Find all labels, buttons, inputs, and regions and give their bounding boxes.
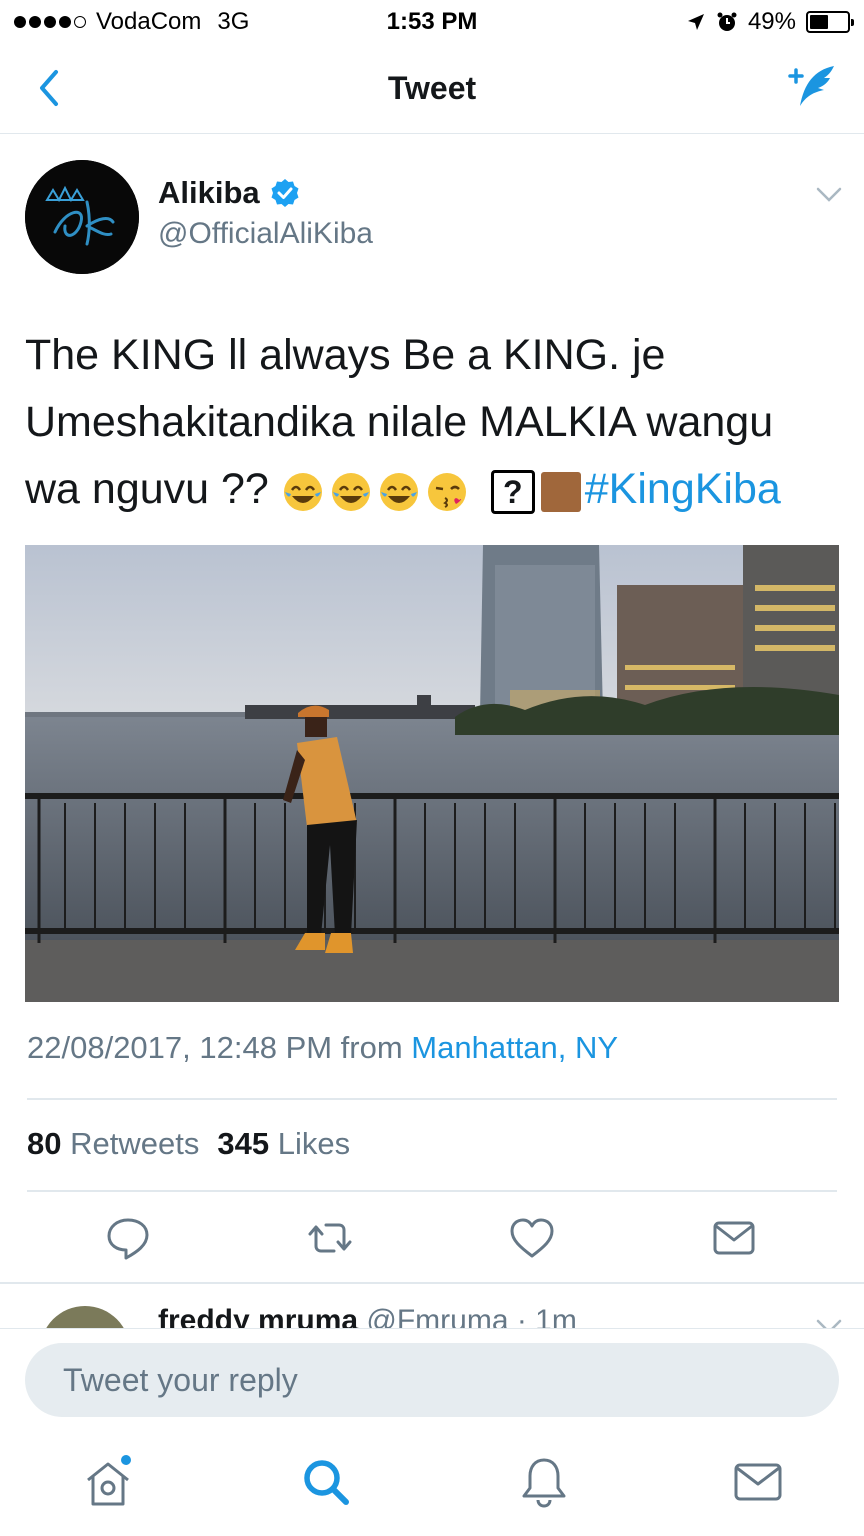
status-right: 49% xyxy=(686,8,854,36)
likes-stat[interactable]: 345 Likes xyxy=(217,1126,350,1162)
reply-icon[interactable] xyxy=(104,1214,152,1262)
verified-badge-icon xyxy=(271,179,299,207)
chevron-down-icon[interactable] xyxy=(816,186,842,204)
messages-envelope-icon[interactable] xyxy=(730,1454,786,1510)
status-bar: VodaCom 3G 1:53 PM 49% xyxy=(0,0,864,44)
notifications-bell-icon[interactable] xyxy=(516,1454,572,1510)
home-icon[interactable] xyxy=(80,1454,136,1510)
page-title: Tweet xyxy=(387,70,477,106)
reply-handle-time: @Fmruma · 1m xyxy=(366,1304,577,1328)
tweet-text: The KING ll always Be a KING. je Umeshak… xyxy=(25,322,840,523)
navigation-bar: Tweet xyxy=(0,44,864,134)
author-name-text[interactable]: Alikiba xyxy=(158,175,260,211)
tweet-timestamp: 22/08/2017, 12:48 PM from Manhattan, NY xyxy=(27,1030,618,1066)
tweet-text-line: The KING ll always Be a KING. je xyxy=(25,331,666,379)
photo-scene xyxy=(25,545,839,1002)
reply-tweet-preview[interactable]: freddy mruma @Fmruma · 1m xyxy=(0,1284,864,1328)
tweet-stats: 80 Retweets 345 Likes xyxy=(27,1126,350,1162)
location-arrow-icon xyxy=(687,14,704,30)
author-handle[interactable]: @OfficialAliKiba xyxy=(158,217,373,251)
hashtag-link[interactable]: #KingKiba xyxy=(585,465,781,513)
tweet-photo[interactable] xyxy=(25,545,839,1002)
tweet-text-fragment: wa nguvu ?? xyxy=(25,465,269,513)
tears-of-joy-emoji-icon xyxy=(379,472,418,511)
reply-author[interactable]: freddy mruma @Fmruma · 1m xyxy=(158,1304,577,1328)
timestamp-text: 22/08/2017, 12:48 PM from xyxy=(27,1030,412,1065)
direct-message-icon[interactable] xyxy=(710,1214,758,1262)
tweet-text-line: wa nguvu ?? ? #KingKiba xyxy=(25,456,840,523)
divider xyxy=(27,1190,837,1192)
skin-tone-swatch xyxy=(540,471,581,512)
tears-of-joy-emoji-icon xyxy=(283,472,322,511)
search-icon[interactable] xyxy=(298,1454,354,1510)
chevron-down-icon[interactable] xyxy=(816,1318,842,1328)
battery-percent: 49% xyxy=(747,8,796,35)
reply-input[interactable] xyxy=(25,1343,839,1417)
tweet-text-line: Umeshakitandika nilale MALKIA wangu xyxy=(25,398,774,446)
unknown-glyph-box: ? xyxy=(490,469,535,514)
reply-author-name: freddy mruma xyxy=(158,1304,359,1328)
tab-bar xyxy=(0,1436,864,1536)
likes-label: Likes xyxy=(277,1126,351,1161)
alarm-icon xyxy=(717,12,737,31)
tears-of-joy-emoji-icon xyxy=(331,472,370,511)
retweets-stat[interactable]: 80 Retweets xyxy=(27,1126,199,1162)
like-heart-icon[interactable] xyxy=(508,1214,556,1262)
battery-icon xyxy=(806,11,854,33)
location-link[interactable]: Manhattan, NY xyxy=(411,1030,618,1065)
retweets-label: Retweets xyxy=(70,1126,200,1161)
likes-count: 345 xyxy=(217,1126,270,1161)
compose-tweet-icon[interactable] xyxy=(784,62,840,114)
reply-avatar[interactable] xyxy=(40,1306,130,1328)
retweets-count: 80 xyxy=(27,1126,62,1161)
reply-bar xyxy=(0,1328,864,1436)
retweet-icon[interactable] xyxy=(306,1214,354,1262)
divider xyxy=(27,1098,837,1100)
author-name[interactable]: Alikiba xyxy=(158,175,300,211)
author-avatar[interactable] xyxy=(25,160,139,274)
kissing-face-emoji-icon xyxy=(427,472,466,511)
alikiba-logo xyxy=(25,160,139,274)
